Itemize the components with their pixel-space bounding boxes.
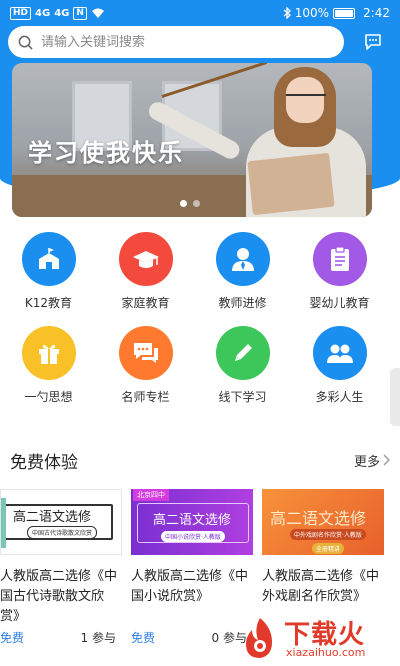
course-meta: 免费 0 参与: [131, 629, 253, 646]
thumbnail-tag: 北京四中: [133, 489, 169, 501]
carousel-dot[interactable]: [193, 200, 200, 207]
category-label: 家庭教育: [121, 296, 170, 310]
search-input[interactable]: [41, 34, 334, 50]
watermark: 下载火 xiazaihuo.com: [238, 614, 398, 664]
category-circle: [118, 232, 173, 286]
clipboard-icon: [330, 246, 349, 271]
banner-slogan: 学习使我快乐: [28, 139, 184, 167]
course-card[interactable]: 北京四中 高二语文选修 中国小说欣赏·人教版 人教版高二选修《中国小说欣赏》 免…: [131, 489, 253, 646]
category-circle: [215, 232, 270, 286]
thumbnail-stripe: [1, 498, 6, 548]
category-family[interactable]: 家庭教育: [97, 232, 194, 326]
category-k12[interactable]: K12教育: [0, 232, 97, 326]
course-title: 人教版高二选修《中国古代诗歌散文欣赏》: [0, 569, 118, 624]
search-box[interactable]: [8, 26, 344, 58]
category-circle: [312, 232, 367, 286]
battery-icon: [333, 7, 356, 19]
more-link[interactable]: 更多: [354, 451, 390, 470]
category-circle: [118, 326, 173, 380]
wifi-icon: [91, 8, 104, 18]
course-price: 免费: [0, 631, 25, 645]
gift-icon: [38, 344, 59, 364]
status-bar: HD 4G 4G N 100% 2:42: [0, 0, 400, 26]
category-life[interactable]: 多彩人生: [291, 326, 388, 420]
category-grid: K12教育 家庭教育 教师进修 婴幼儿教育 一勺思想 名师专栏 线下学习 多彩人…: [0, 232, 388, 420]
status-bar-left: HD 4G 4G N: [10, 6, 105, 20]
people-icon: [326, 344, 353, 363]
category-circle: [21, 326, 76, 380]
category-circle: [312, 326, 367, 380]
category-label: 教师进修: [218, 296, 267, 310]
pencil-icon: [234, 344, 252, 361]
category-infant[interactable]: 婴幼儿教育: [291, 232, 388, 326]
banner-carousel[interactable]: 学习使我快乐: [12, 63, 372, 217]
course-card[interactable]: 高二语文选修 中国古代诗歌散文欣赏 人教版高二选修《中国古代诗歌散文欣赏》 免费…: [0, 489, 122, 646]
battery-percent: 100%: [294, 6, 330, 20]
status-bar-right: 100% 2:42: [283, 6, 390, 20]
category-label: 多彩人生: [315, 390, 364, 404]
category-offline[interactable]: 线下学习: [194, 326, 291, 420]
signal-4g-icon-2: 4G: [54, 7, 70, 19]
search-row: [8, 26, 392, 58]
watermark-url: xiazaihuo.com: [286, 646, 366, 659]
thumbnail-subtitle: 中国小说欣赏·人教版: [161, 531, 225, 542]
hd-icon: HD: [10, 6, 32, 20]
thumbnail-tag: 全册精讲: [312, 543, 345, 554]
category-circle: [21, 232, 76, 286]
carousel-dot-active[interactable]: [180, 200, 187, 207]
course-thumbnail: 高二语文选修 中国古代诗歌散文欣赏: [0, 489, 122, 555]
category-famous-teacher[interactable]: 名师专栏: [97, 326, 194, 420]
signal-4g-icon: 4G: [35, 7, 51, 19]
more-label: 更多: [353, 454, 380, 470]
category-label: 婴幼儿教育: [309, 296, 370, 310]
category-label: 名师专栏: [121, 390, 170, 404]
side-drawer-handle[interactable]: [390, 368, 400, 426]
banner-glasses: [286, 94, 326, 104]
school-icon: [38, 248, 59, 269]
course-thumbnail: 高二语文选修 中外戏剧名作欣赏·人教版 全册精讲: [262, 489, 384, 555]
search-icon: [18, 35, 33, 50]
message-icon: [365, 34, 381, 50]
carousel-dots: [180, 200, 200, 207]
section-title: 免费体验: [10, 452, 78, 473]
course-card[interactable]: 高二语文选修 中外戏剧名作欣赏·人教版 全册精讲 人教版高二选修《中外戏剧名作欣…: [262, 489, 384, 627]
thumbnail-title: 高二语文选修: [270, 509, 367, 528]
chat-icon: [133, 343, 158, 363]
teacher-icon: [231, 248, 254, 271]
thumbnail-title: 高二语文选修: [153, 513, 232, 528]
banner-clipboard: [247, 152, 335, 216]
course-thumbnail: 北京四中 高二语文选修 中国小说欣赏·人教版: [131, 489, 253, 555]
category-label: K12教育: [24, 296, 73, 310]
course-title: 人教版高二选修《中国小说欣赏》: [131, 569, 249, 604]
bluetooth-icon: [283, 7, 291, 19]
course-price: 免费: [131, 631, 156, 645]
category-label: 线下学习: [218, 390, 267, 404]
course-participants: 1 参与: [80, 631, 116, 645]
category-circle: [215, 326, 270, 380]
thumbnail-subtitle: 中国古代诗歌散文欣赏: [27, 526, 98, 539]
nfc-icon: N: [73, 6, 87, 20]
message-button[interactable]: [362, 31, 384, 53]
course-meta: 免费 1 参与: [0, 629, 122, 646]
free-trial-header: 免费体验 更多: [10, 447, 390, 473]
clock: 2:42: [363, 6, 390, 20]
thumbnail-subtitle: 中外戏剧名作欣赏·人教版: [290, 529, 366, 540]
flame-logo-icon: [246, 618, 272, 658]
category-teacher[interactable]: 教师进修: [194, 232, 291, 326]
category-label: 一勺思想: [24, 390, 73, 404]
thumbnail-title: 高二语文选修: [13, 510, 92, 525]
graduation-cap-icon: [132, 251, 159, 268]
chevron-right-icon: [383, 454, 390, 466]
category-thought[interactable]: 一勺思想: [0, 326, 97, 420]
